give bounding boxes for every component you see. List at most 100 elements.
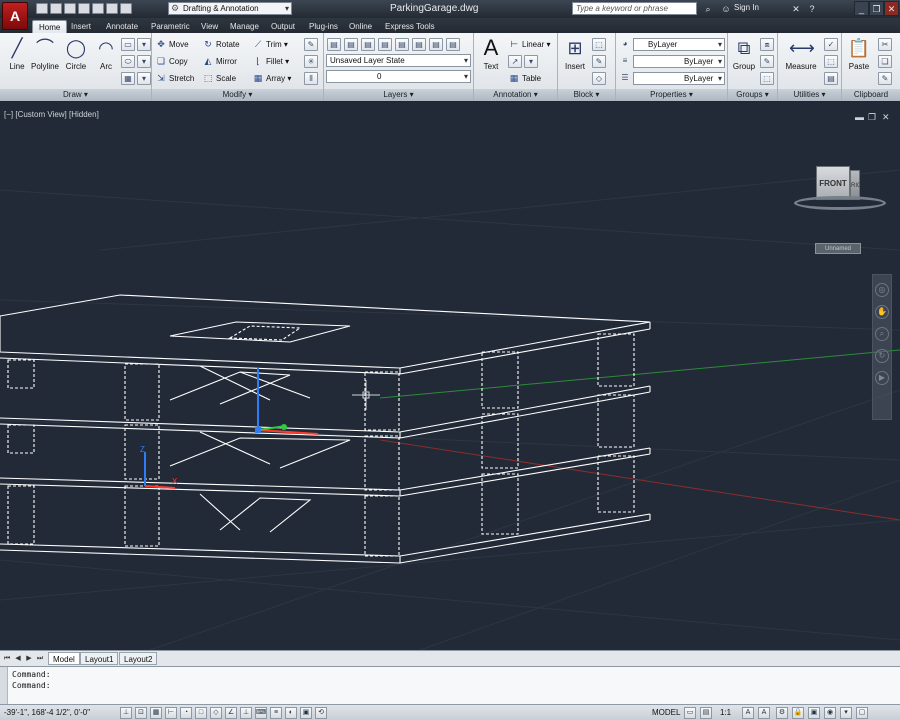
undo-icon[interactable] — [106, 3, 118, 14]
rectangle-icon[interactable]: ▭ — [121, 38, 135, 51]
text-tool[interactable]: A Text — [476, 36, 506, 72]
table-tool[interactable]: ▦ Table — [508, 72, 541, 85]
viewport-close-icon[interactable]: ✕ — [882, 112, 890, 123]
create-block-icon[interactable]: ⬚ — [592, 38, 606, 51]
polar-tracking-icon[interactable]: ◔ — [180, 707, 192, 719]
fillet-tool[interactable]: ⌊ Fillet ▾ — [252, 55, 289, 68]
scale-tool[interactable]: ⬚ Scale — [202, 72, 236, 85]
explode-icon[interactable]: ✳ — [304, 55, 318, 68]
draw-panel-label[interactable]: Draw ▾ — [0, 89, 151, 101]
lock-icon[interactable]: 🔒 — [792, 707, 804, 719]
calculator-icon[interactable]: ▤ — [824, 72, 838, 85]
next-tab-icon[interactable]: ▶ — [24, 653, 34, 664]
utilities-panel-label[interactable]: Utilities ▾ — [778, 89, 841, 101]
tab-output[interactable]: Output — [265, 20, 301, 33]
polyline-tool[interactable]: ⌒ Polyline — [30, 36, 60, 71]
workspace-select[interactable]: Drafting & Annotation — [168, 2, 292, 15]
color-select[interactable]: ByLayer — [633, 38, 725, 51]
groups-panel-label[interactable]: Groups ▾ — [728, 89, 777, 101]
workspace-switching-icon[interactable]: ⚙ — [776, 707, 788, 719]
annotation-visibility-icon[interactable]: A — [742, 707, 754, 719]
group-tool[interactable]: ⧉ Group — [730, 36, 758, 71]
layer-icon[interactable]: ▤ — [395, 38, 409, 51]
model-space-label[interactable]: MODEL — [652, 708, 680, 717]
block-panel-label[interactable]: Block ▾ — [558, 89, 615, 101]
tab-view[interactable]: View — [195, 20, 224, 33]
dropdown-icon[interactable]: ▾ — [137, 38, 151, 51]
save-icon[interactable] — [64, 3, 76, 14]
quick-view-layouts-icon[interactable]: ▭ — [684, 707, 696, 719]
viewcube[interactable]: FRONT RIG — [794, 162, 886, 218]
layer-properties-icon[interactable]: ▤ — [327, 38, 341, 51]
tab-model[interactable]: Model — [48, 652, 80, 665]
tab-layout1[interactable]: Layout1 — [80, 652, 119, 665]
last-tab-icon[interactable]: ⏭ — [35, 653, 45, 664]
tab-annotate[interactable]: Annotate — [100, 20, 144, 33]
viewport-minimize-icon[interactable]: ▬ — [855, 112, 864, 122]
copy-clip-icon[interactable]: ❏ — [878, 55, 892, 68]
print-icon[interactable] — [92, 3, 104, 14]
hardware-acceleration-icon[interactable]: ▣ — [808, 707, 820, 719]
command-prompt[interactable]: Command: — [12, 681, 51, 690]
dropdown-icon[interactable]: ▾ — [137, 72, 151, 85]
infer-constraints-icon[interactable]: ⊥ — [120, 707, 132, 719]
linetype-select[interactable]: ByLayer — [633, 55, 725, 68]
arc-tool[interactable]: ◠ Arc — [91, 36, 121, 71]
pan-icon[interactable]: ✋ — [875, 305, 889, 319]
restore-icon[interactable]: ❐ — [869, 1, 884, 16]
layer-state-select[interactable]: Unsaved Layer State — [326, 54, 471, 67]
steering-wheel-icon[interactable]: ◎ — [875, 283, 889, 297]
measure-tool[interactable]: ⟷ Measure — [782, 36, 820, 71]
layer-icon[interactable]: ▤ — [412, 38, 426, 51]
match-properties-icon[interactable]: ✎ — [878, 72, 892, 85]
viewport-restore-icon[interactable]: ❐ — [868, 112, 876, 123]
quick-properties-icon[interactable]: ▣ — [300, 707, 312, 719]
binoculars-icon[interactable]: ⌕ — [702, 3, 714, 15]
status-menu-icon[interactable]: ▾ — [840, 707, 852, 719]
dynamic-input-icon[interactable]: ⌨ — [255, 707, 267, 719]
minimize-icon[interactable]: _ — [854, 1, 869, 16]
move-tool[interactable]: ✥ Move — [155, 38, 188, 51]
orbit-icon[interactable]: ↻ — [875, 349, 889, 363]
new-icon[interactable] — [36, 3, 48, 14]
help-icon[interactable]: ? — [806, 3, 818, 15]
snap-mode-icon[interactable]: ⊡ — [135, 707, 147, 719]
viewport-controls-label[interactable]: [−] [Custom View] [Hidden] — [4, 110, 99, 119]
viewcube-compass[interactable] — [794, 196, 886, 210]
open-icon[interactable] — [50, 3, 62, 14]
user-icon[interactable]: ☺ — [720, 3, 732, 15]
grid-display-icon[interactable]: ▦ — [150, 707, 162, 719]
current-layer-select[interactable]: 0 — [326, 70, 471, 83]
block-attribute-icon[interactable]: ◇ — [592, 72, 606, 85]
ucs-menu[interactable]: Unnamed — [815, 243, 861, 254]
tab-parametric[interactable]: Parametric — [145, 20, 196, 33]
linear-dimension-tool[interactable]: ⊢ Linear ▾ — [508, 38, 550, 51]
viewcube-front-face[interactable]: FRONT — [816, 166, 850, 200]
application-menu-button[interactable]: A — [2, 2, 28, 30]
dropdown-icon[interactable]: ▾ — [524, 55, 538, 68]
quick-view-drawings-icon[interactable]: ▤ — [700, 707, 712, 719]
cut-icon[interactable]: ✂ — [878, 38, 892, 51]
tab-online[interactable]: Online — [343, 20, 378, 33]
first-tab-icon[interactable]: ⏮ — [2, 653, 12, 664]
showmotion-icon[interactable]: ▶ — [875, 371, 889, 385]
quick-select-icon[interactable]: ✓ — [824, 38, 838, 51]
close-icon[interactable]: ✕ — [884, 1, 899, 16]
layer-icon[interactable]: ▤ — [378, 38, 392, 51]
ellipse-icon[interactable]: ⬭ — [121, 55, 135, 68]
tab-insert[interactable]: Insert — [65, 20, 97, 33]
layer-icon[interactable]: ▤ — [361, 38, 375, 51]
stretch-tool[interactable]: ⇲ Stretch — [155, 72, 194, 85]
auto-scale-icon[interactable]: A — [758, 707, 770, 719]
tab-home[interactable]: Home — [32, 20, 68, 33]
ortho-mode-icon[interactable]: ⊢ — [165, 707, 177, 719]
line-tool[interactable]: ╱ Line — [2, 36, 32, 71]
sign-in-link[interactable]: Sign In — [734, 3, 759, 12]
annotation-panel-label[interactable]: Annotation ▾ — [474, 89, 557, 101]
transparency-icon[interactable]: ◐ — [285, 707, 297, 719]
mirror-tool[interactable]: ◭ Mirror — [202, 55, 237, 68]
copy-tool[interactable]: ❏ Copy — [155, 55, 188, 68]
isolate-objects-icon[interactable]: ◉ — [824, 707, 836, 719]
exchange-icon[interactable]: ✕ — [790, 3, 802, 15]
offset-icon[interactable]: ⫴ — [304, 72, 318, 85]
